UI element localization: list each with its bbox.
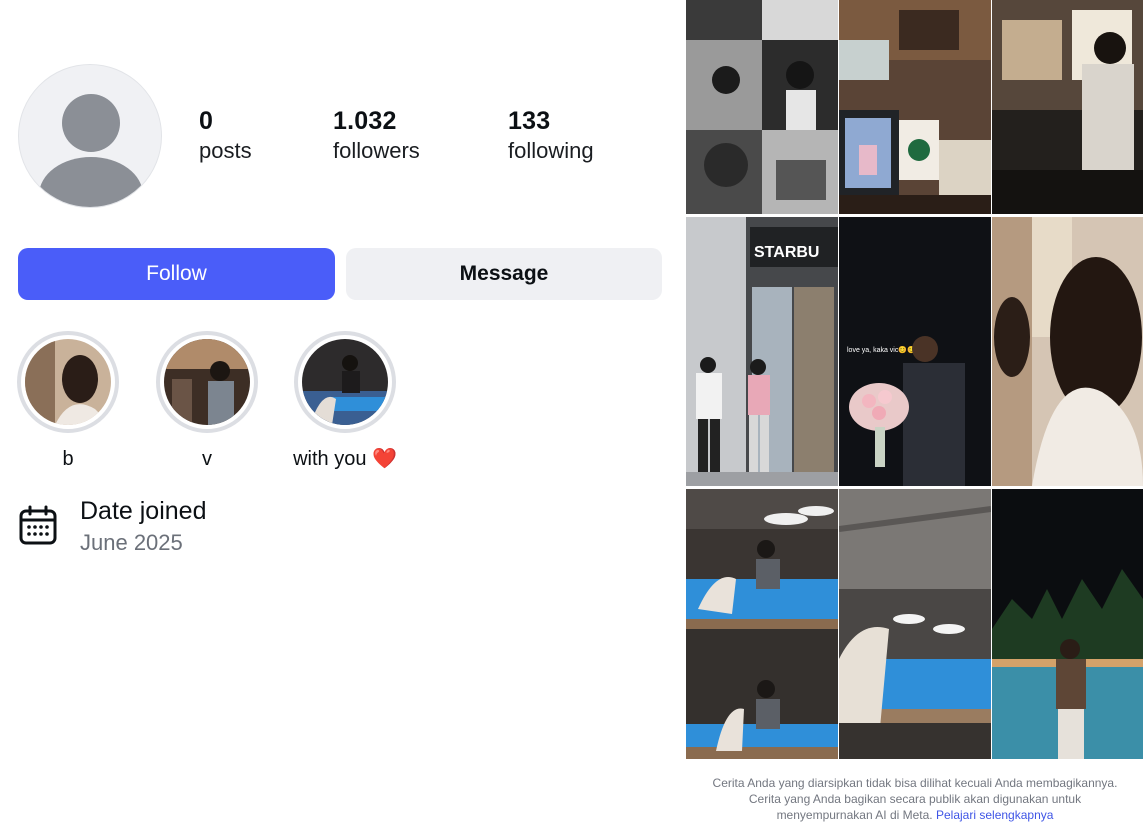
profile-avatar[interactable]	[18, 64, 162, 208]
calendar-icon	[18, 504, 58, 551]
archive-info-footer: Cerita Anda yang diarsipkan tidak bisa d…	[700, 775, 1130, 823]
highlight-thumbnail	[25, 339, 111, 425]
default-avatar-icon	[39, 94, 143, 207]
followers-label: followers	[333, 138, 420, 163]
grid-photo-man-window[interactable]	[992, 0, 1143, 214]
highlight-b[interactable]: b	[0, 331, 138, 471]
grid-photo-billiards-2[interactable]	[839, 489, 991, 759]
highlight-label-text: with you	[293, 448, 367, 470]
posts-count: 0	[199, 107, 214, 135]
following-label: following	[508, 138, 594, 163]
highlight-ring	[17, 331, 119, 433]
starbucks-sign-text: STARBU	[754, 244, 819, 261]
stat-posts[interactable]: 0 posts	[199, 106, 252, 166]
follow-button[interactable]: Follow	[18, 248, 335, 300]
highlight-with-you[interactable]: with you ❤️	[275, 331, 415, 471]
grid-photo-collage[interactable]	[686, 0, 838, 214]
highlight-label: with you ❤️	[275, 447, 415, 471]
highlight-thumbnail	[164, 339, 250, 425]
highlight-ring	[156, 331, 258, 433]
highlight-label: b	[62, 448, 74, 470]
highlight-label: v	[202, 448, 212, 470]
grid-photo-starbucks-storefront[interactable]: STARBU	[686, 217, 838, 486]
stat-following[interactable]: 133 following	[508, 106, 594, 166]
message-button[interactable]: Message	[346, 248, 662, 300]
profile-panel: 0 posts 1.032 followers 133 following Fo…	[0, 0, 686, 828]
grid-photo-billiards-1[interactable]	[686, 489, 838, 759]
highlight-v[interactable]: v	[137, 331, 277, 471]
learn-more-link[interactable]: Pelajari selengkapnya	[936, 808, 1053, 822]
date-joined-value: June 2025	[80, 530, 183, 555]
grid-photo-starbucks-counter[interactable]	[839, 0, 991, 214]
highlight-thumbnail	[302, 339, 388, 425]
grid-photo-woman-hair[interactable]	[992, 217, 1143, 486]
grid-photo-night-flowers[interactable]: love ya, kaka vic😊😊	[839, 217, 991, 486]
footer-text: Cerita Anda yang diarsipkan tidak bisa d…	[712, 776, 1118, 822]
heart-emoji-icon: ❤️	[372, 448, 397, 470]
photo-grid: STARBU love ya, kaka vic😊😊	[686, 0, 1143, 760]
following-count: 133	[508, 107, 551, 135]
highlight-ring	[294, 331, 396, 433]
posts-label: posts	[199, 138, 252, 163]
grid-photo-night-pool[interactable]	[992, 489, 1143, 759]
stat-followers[interactable]: 1.032 followers	[333, 106, 420, 166]
followers-count: 1.032	[333, 107, 397, 135]
date-joined-title: Date joined	[80, 497, 207, 525]
photo-overlay-text: love ya, kaka vic😊😊	[847, 345, 916, 354]
